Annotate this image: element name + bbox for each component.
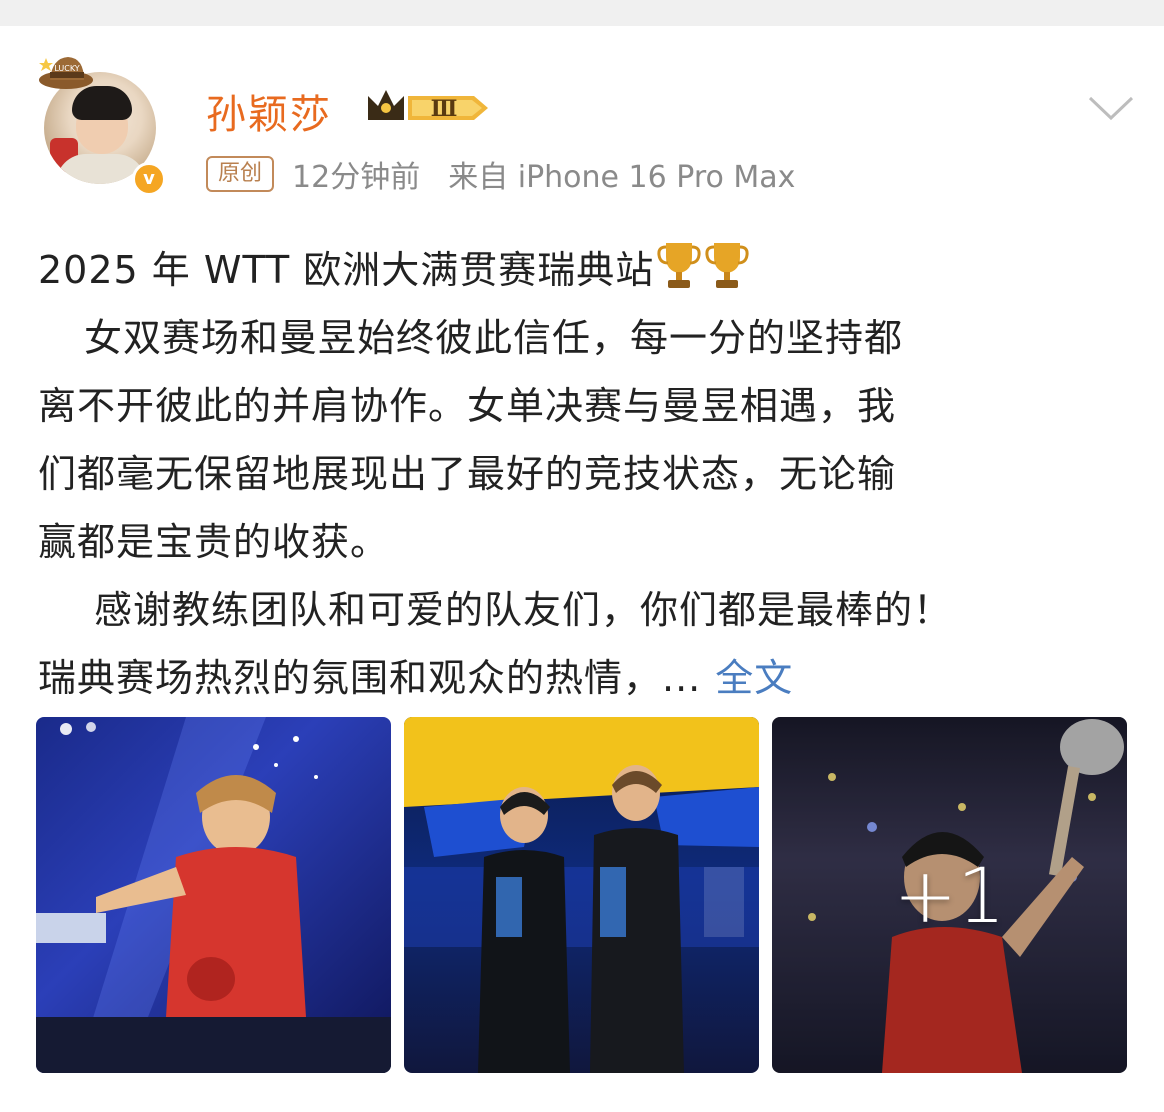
post-body: 2025 年 WTT 欧洲大满贯赛瑞典站 女双赛场和曼昱始终彼此信任，每一分的坚… bbox=[38, 236, 1138, 712]
post-line: 们都毫无保留地展现出了最好的竞技状态，无论输 bbox=[38, 440, 1138, 508]
photo-2-scene bbox=[404, 717, 759, 1073]
post-line-text: 赢都是宝贵的收获。 bbox=[38, 520, 390, 564]
photo-thumbnail[interactable] bbox=[36, 717, 391, 1073]
avatar[interactable]: LUCKY v bbox=[38, 52, 168, 196]
trophy-icon bbox=[657, 243, 701, 288]
post-time: 12分钟前 bbox=[292, 160, 421, 195]
top-strip bbox=[0, 0, 1164, 26]
post-source: 来自 iPhone 16 Pro Max bbox=[448, 160, 796, 195]
verified-badge-icon: v bbox=[132, 162, 166, 196]
post-line: 离不开彼此的并肩协作。女单决赛与曼昱相遇，我 bbox=[38, 372, 1138, 440]
post-line-text: 们都毫无保留地展现出了最好的竞技状态，无论输 bbox=[38, 452, 897, 496]
post-line-text: 瑞典赛场热烈的氛围和观众的热情，... bbox=[38, 656, 702, 700]
author-name[interactable]: 孙颖莎 bbox=[206, 82, 332, 140]
vip-level-text: Ⅲ bbox=[431, 96, 458, 122]
lucky-hat-icon: LUCKY bbox=[39, 57, 93, 89]
photo-1-scene bbox=[36, 717, 391, 1073]
post-line: 感谢教练团队和可爱的队友们，你们都是最棒的！ bbox=[38, 576, 1138, 644]
original-tag: 原创 bbox=[206, 156, 275, 192]
photo-thumbnail[interactable] bbox=[404, 717, 759, 1073]
more-photos-count: +1 bbox=[772, 717, 1127, 1073]
post-meta: 原创 12分钟前 来自 iPhone 16 Pro Max bbox=[206, 154, 823, 195]
vip-level-badge[interactable]: Ⅲ bbox=[364, 82, 492, 130]
full-text-link[interactable]: 全文 bbox=[715, 656, 793, 700]
post-line: 赢都是宝贵的收获。 bbox=[38, 508, 1138, 576]
post-line-text: 离不开彼此的并肩协作。女单决赛与曼昱相遇，我 bbox=[38, 384, 897, 428]
post-line-text: 感谢教练团队和可爱的队友们，你们都是最棒的！ bbox=[94, 588, 953, 632]
post-line: 女双赛场和曼昱始终彼此信任，每一分的坚持都 bbox=[38, 304, 1138, 372]
post-line-text: 女双赛场和曼昱始终彼此信任，每一分的坚持都 bbox=[84, 316, 904, 360]
photo-grid: +1 bbox=[36, 717, 1128, 1073]
post-line: 瑞典赛场热烈的氛围和观众的热情，... 全文 bbox=[38, 644, 1138, 712]
trophy-icon bbox=[705, 243, 749, 288]
chevron-down-icon[interactable] bbox=[1086, 90, 1136, 126]
post-title-text: 2025 年 WTT 欧洲大满贯赛瑞典站 bbox=[38, 248, 655, 292]
photo-thumbnail[interactable]: +1 bbox=[772, 717, 1127, 1073]
post-line: 2025 年 WTT 欧洲大满贯赛瑞典站 bbox=[38, 236, 1138, 304]
avatar-sticker-text: LUCKY bbox=[54, 64, 79, 73]
